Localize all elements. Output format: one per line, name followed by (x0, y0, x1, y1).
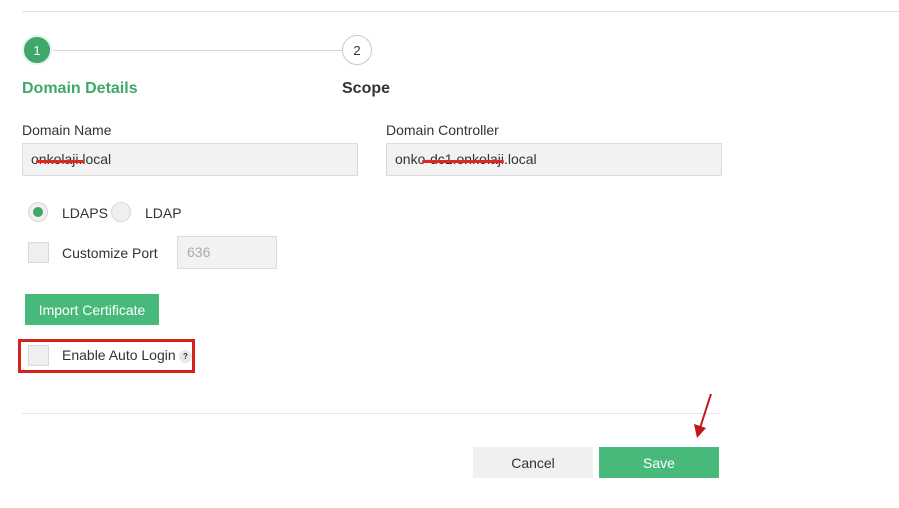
top-divider (22, 11, 899, 12)
help-icon[interactable]: ? (179, 350, 192, 363)
step-1-label: Domain Details (22, 80, 138, 97)
cancel-button[interactable]: Cancel (473, 447, 593, 478)
step-connector (53, 50, 342, 51)
save-button[interactable]: Save (599, 447, 719, 478)
enable-auto-login-checkbox[interactable] (28, 345, 49, 366)
customize-port-checkbox[interactable] (28, 242, 49, 263)
ldaps-label[interactable]: LDAPS (62, 205, 108, 221)
redaction-mark (36, 160, 84, 163)
enable-auto-login-label[interactable]: Enable Auto Login (62, 347, 176, 363)
step-1-indicator[interactable]: 1 (22, 35, 52, 65)
ldaps-radio[interactable] (28, 202, 48, 222)
domain-name-label: Domain Name (22, 122, 112, 138)
port-input[interactable]: 636 (177, 236, 277, 269)
customize-port-label[interactable]: Customize Port (62, 245, 158, 261)
step-2-label: Scope (342, 80, 391, 97)
radio-selected-dot (33, 207, 43, 217)
redaction-mark (422, 160, 504, 163)
annotation-arrow-icon (694, 393, 712, 438)
step-2-indicator[interactable]: 2 (342, 35, 372, 65)
ldap-label[interactable]: LDAP (145, 205, 182, 221)
footer-divider (22, 413, 719, 414)
import-certificate-button[interactable]: Import Certificate (25, 294, 159, 325)
domain-controller-label: Domain Controller (386, 122, 499, 138)
ldap-radio[interactable] (111, 202, 131, 222)
